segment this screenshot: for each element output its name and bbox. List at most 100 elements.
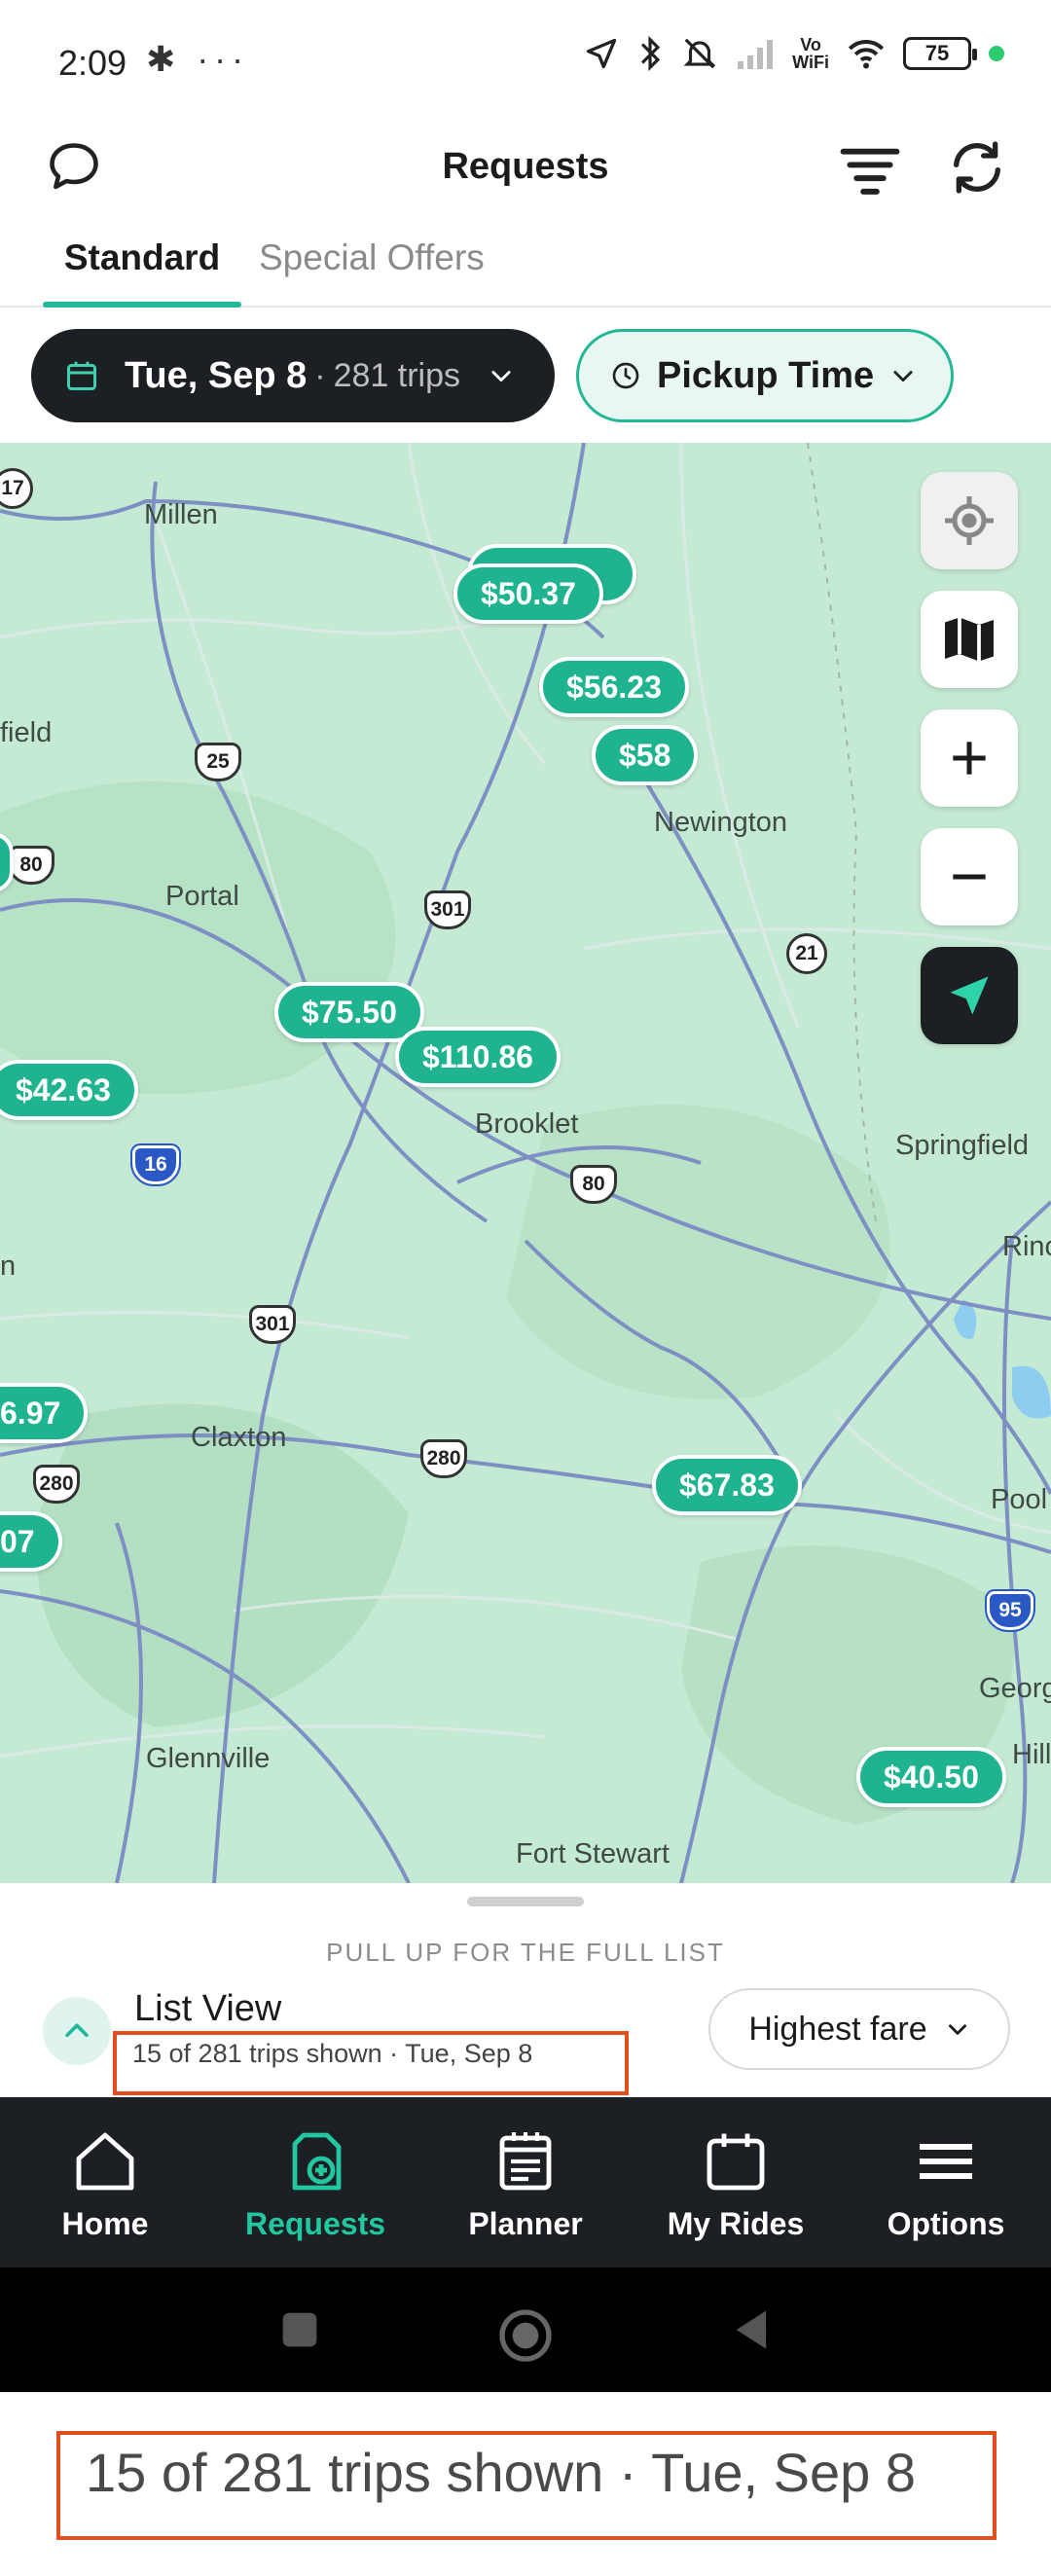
system-navigation-bar [0,2268,1051,2392]
mute-icon [683,38,716,69]
minus-icon [953,874,986,880]
sort-dropdown[interactable]: Highest fare [708,1988,1010,2070]
status-left-icons: ✱ ··· [146,39,249,80]
back-icon[interactable] [726,2304,777,2355]
route-shield: 80 [570,1165,617,1204]
route-shield: 280 [33,1465,80,1504]
date-label: Tue, Sep 8 [125,354,308,396]
map-label-rincon: Rinc [1002,1231,1051,1262]
zoom-in-button[interactable] [921,709,1018,807]
nav-options[interactable]: Options [841,2097,1051,2268]
sort-label: Highest fare [748,2010,927,2048]
nav-my-rides[interactable]: My Rides [631,2097,841,2268]
trips-count: 281 trips [333,356,460,394]
fare-marker[interactable]: $75.50 [274,982,424,1042]
chevron-down-icon [893,371,913,382]
fare-marker[interactable]: $67.83 [652,1455,802,1515]
nav-label: Planner [468,2206,583,2241]
date-separator: · [314,356,326,394]
map-label-glennville: Glennville [146,1743,271,1774]
date-filter-chip[interactable]: Tue, Sep 8 · 281 trips [31,329,555,422]
route-shield: 21 [786,933,827,974]
map-label-fort-stewart: Fort Stewart [516,1838,670,1869]
home-circle-icon[interactable] [494,2304,557,2367]
map-label-pooler: Pool [991,1484,1048,1515]
status-right-icons: Vo WiFi 75 [584,35,1004,72]
map-label-springfield: Springfield [895,1130,1030,1161]
trips-shown-summary: 15 of 281 trips shown · Tue, Sep 8 [132,2039,533,2068]
navigation-icon [587,38,617,69]
map-view[interactable]: Millen field Portal Newington Brooklet S… [0,443,1051,1883]
route-shield: 301 [249,1305,296,1344]
list-view-title: List View [134,1988,282,2029]
plus-icon [953,742,986,775]
fare-marker[interactable]: $50.37 [453,563,603,624]
vowifi-icon: Vo WiFi [792,35,829,72]
nav-label: Options [887,2206,1005,2241]
tab-standard[interactable]: Standard [43,237,241,308]
status-bar: 2:09 ✱ ··· Vo WiFi 75 [0,0,1051,125]
nav-label: My Rides [667,2206,805,2241]
fare-marker[interactable]: $110.86 [395,1027,561,1087]
app-header: Requests [0,125,1051,232]
slack-icon: ✱ [146,39,182,79]
bluetooth-icon [641,35,661,72]
route-shield: 301 [424,890,471,929]
fare-marker[interactable]: 07 [0,1511,62,1572]
route-shield: 80 [8,846,54,885]
tabs: Standard Special Offers [0,232,1051,308]
navigation-arrow-icon [950,976,989,1015]
expand-list-button[interactable] [43,1997,111,2065]
refresh-icon[interactable] [946,136,1008,199]
map-label-portal: Portal [165,881,239,912]
pickup-time-chip[interactable]: Pickup Time [576,329,954,422]
route-shield: 280 [420,1439,467,1478]
recents-icon[interactable] [274,2304,325,2355]
home-icon [76,2132,134,2191]
fare-marker[interactable]: $56.23 [539,657,689,717]
map-label-millen: Millen [144,499,218,530]
gps-target-button[interactable] [921,472,1018,569]
more-dots-icon: ··· [197,39,250,79]
fare-marker[interactable]: $58 [592,725,699,785]
route-shield: 16 [130,1143,181,1186]
nav-requests[interactable]: Requests [210,2097,420,2268]
map-label-n: n [0,1251,17,1282]
fare-marker[interactable]: $42.63 [0,1060,138,1120]
chevron-up-icon [65,2023,89,2038]
map-label-field: field [0,717,53,748]
map-icon [945,617,994,662]
map-label-georgia: Georg [979,1673,1051,1704]
planner-icon [499,2132,552,2191]
menu-icon [920,2144,972,2179]
nav-planner[interactable]: Planner [420,2097,631,2268]
map-label-claxton: Claxton [191,1422,287,1453]
privacy-dot [989,46,1004,61]
nav-label: Requests [244,2206,386,2241]
map-label-brooklet: Brooklet [475,1108,579,1140]
requests-icon [292,2132,342,2191]
bottom-sheet[interactable]: PULL UP FOR THE FULL LIST List View 15 o… [0,1883,1051,2097]
wifi-icon [848,40,885,69]
map-label-hill: Hill [1012,1739,1051,1770]
chevron-down-icon [948,2024,966,2035]
tab-special-offers[interactable]: Special Offers [259,237,485,278]
filter-icon[interactable] [839,142,901,197]
calendar-icon [67,361,96,390]
pickup-time-label: Pickup Time [657,354,875,396]
calendar-icon [707,2133,765,2191]
sheet-drag-handle[interactable] [467,1897,584,1906]
fare-marker[interactable]: 6.97 [0,1383,89,1443]
sheet-hint: PULL UP FOR THE FULL LIST [326,1938,725,1967]
map-label-newington: Newington [654,807,788,838]
chevron-down-icon [491,371,511,382]
signal-icon [738,40,774,69]
fare-marker[interactable]: $40.50 [856,1747,1006,1807]
route-shield: 95 [985,1589,1035,1632]
map-layers-button[interactable] [921,591,1018,688]
zoom-out-button[interactable] [921,828,1018,925]
battery-icon: 75 [903,37,977,70]
my-location-button[interactable] [921,947,1018,1044]
nav-home[interactable]: Home [0,2097,210,2268]
nav-label: Home [61,2206,149,2241]
